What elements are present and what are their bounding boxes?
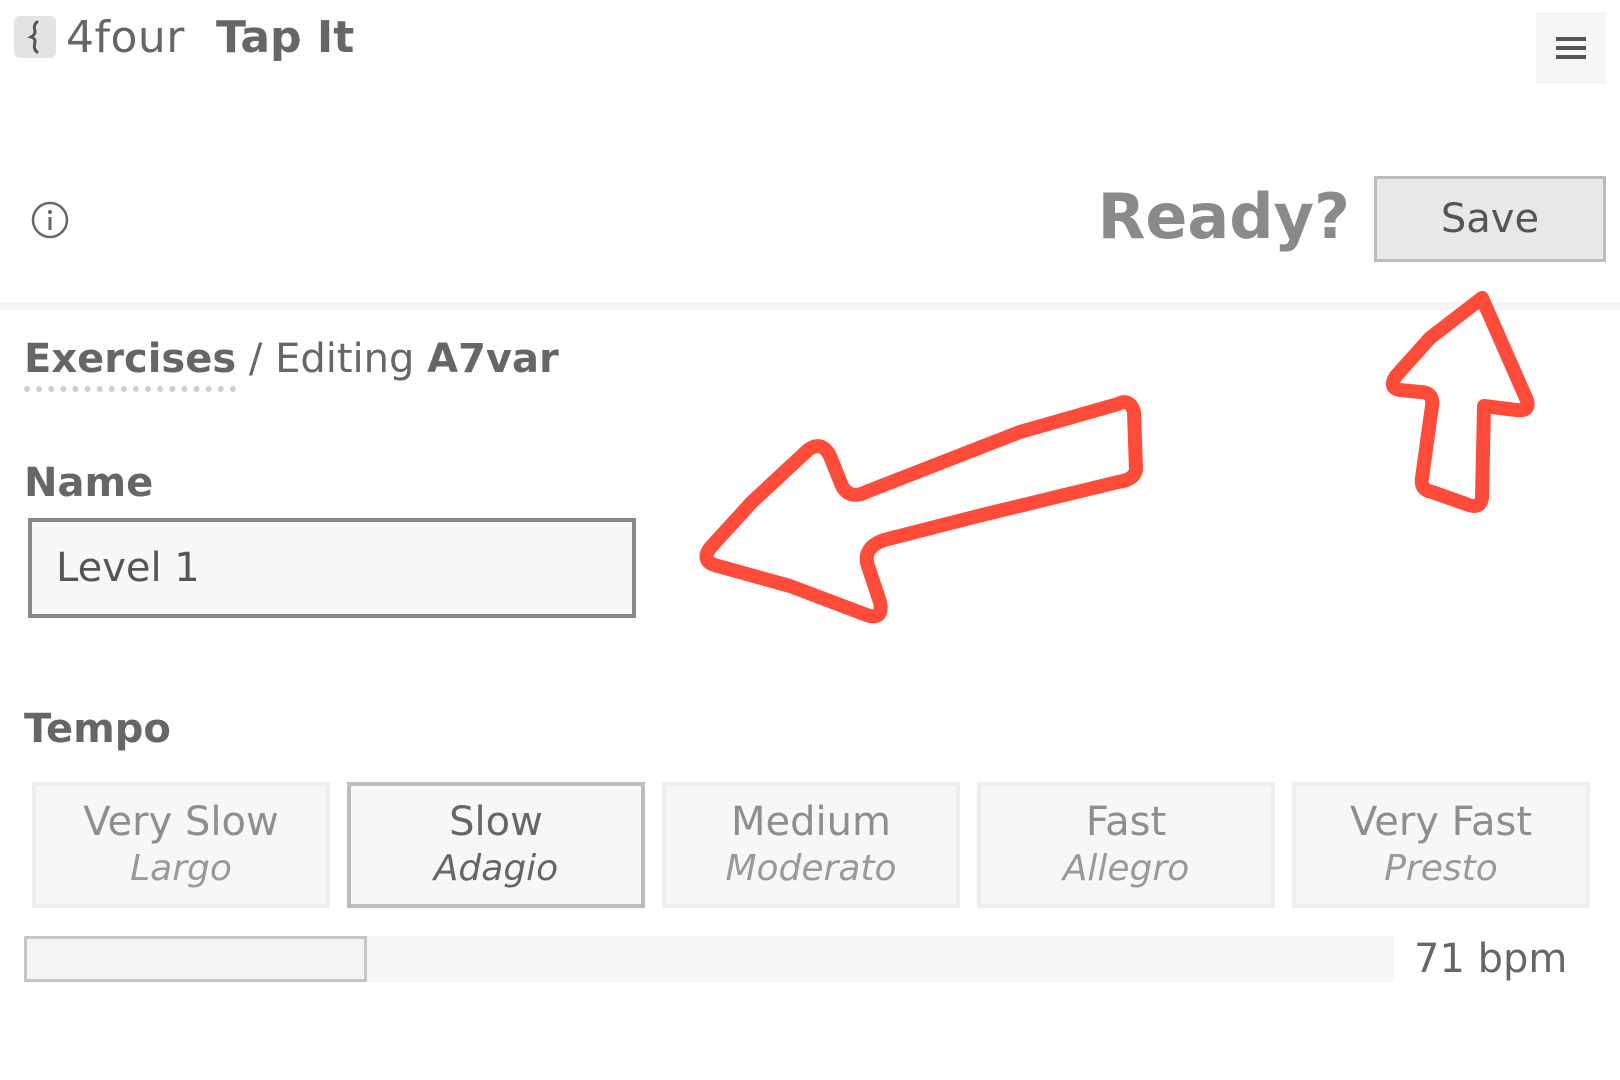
app-logo[interactable] bbox=[14, 16, 56, 58]
save-button[interactable]: Save bbox=[1374, 176, 1606, 262]
page-title: Tap It bbox=[216, 12, 355, 63]
tempo-option-very-slow[interactable]: Very Slow Largo bbox=[32, 782, 330, 908]
breadcrumb: Exercises / Editing A7var bbox=[24, 336, 559, 382]
breadcrumb-current: A7var bbox=[427, 336, 559, 382]
metronome-logo-icon bbox=[27, 20, 39, 54]
tempo-label: Tempo bbox=[24, 706, 171, 752]
bpm-readout: 71 bpm bbox=[1414, 936, 1568, 982]
app-name[interactable]: 4four bbox=[66, 12, 185, 63]
tempo-option-very-fast[interactable]: Very Fast Presto bbox=[1292, 782, 1590, 908]
tempo-slider[interactable] bbox=[24, 936, 1394, 982]
tempo-option-italian: Adagio bbox=[433, 847, 559, 889]
info-icon[interactable] bbox=[30, 200, 70, 240]
menu-button[interactable] bbox=[1536, 12, 1606, 84]
tempo-option-label: Very Slow bbox=[83, 798, 279, 845]
tempo-option-fast[interactable]: Fast Allegro bbox=[977, 782, 1275, 908]
tempo-option-italian: Largo bbox=[130, 847, 232, 889]
arrow-to-save-button bbox=[1385, 291, 1535, 513]
tempo-option-medium[interactable]: Medium Moderato bbox=[662, 782, 960, 908]
arrow-to-name-field bbox=[699, 395, 1143, 624]
name-label: Name bbox=[24, 460, 154, 506]
breadcrumb-exercises-link[interactable]: Exercises bbox=[24, 336, 236, 382]
ready-status: Ready? bbox=[1097, 180, 1350, 253]
hamburger-menu-icon bbox=[1556, 37, 1586, 59]
tempo-option-label: Slow bbox=[449, 798, 543, 845]
tempo-option-italian: Moderato bbox=[725, 847, 897, 889]
name-input[interactable] bbox=[28, 518, 636, 618]
divider bbox=[0, 302, 1620, 310]
tempo-option-label: Fast bbox=[1085, 798, 1167, 845]
tempo-option-italian: Allegro bbox=[1062, 847, 1190, 889]
tempo-option-label: Medium bbox=[731, 798, 891, 845]
tempo-option-slow[interactable]: Slow Adagio bbox=[347, 782, 645, 908]
tempo-slider-handle[interactable] bbox=[24, 936, 367, 982]
breadcrumb-separator: / Editing bbox=[248, 336, 415, 382]
tempo-option-label: Very Fast bbox=[1349, 798, 1533, 845]
tempo-option-italian: Presto bbox=[1384, 847, 1498, 889]
